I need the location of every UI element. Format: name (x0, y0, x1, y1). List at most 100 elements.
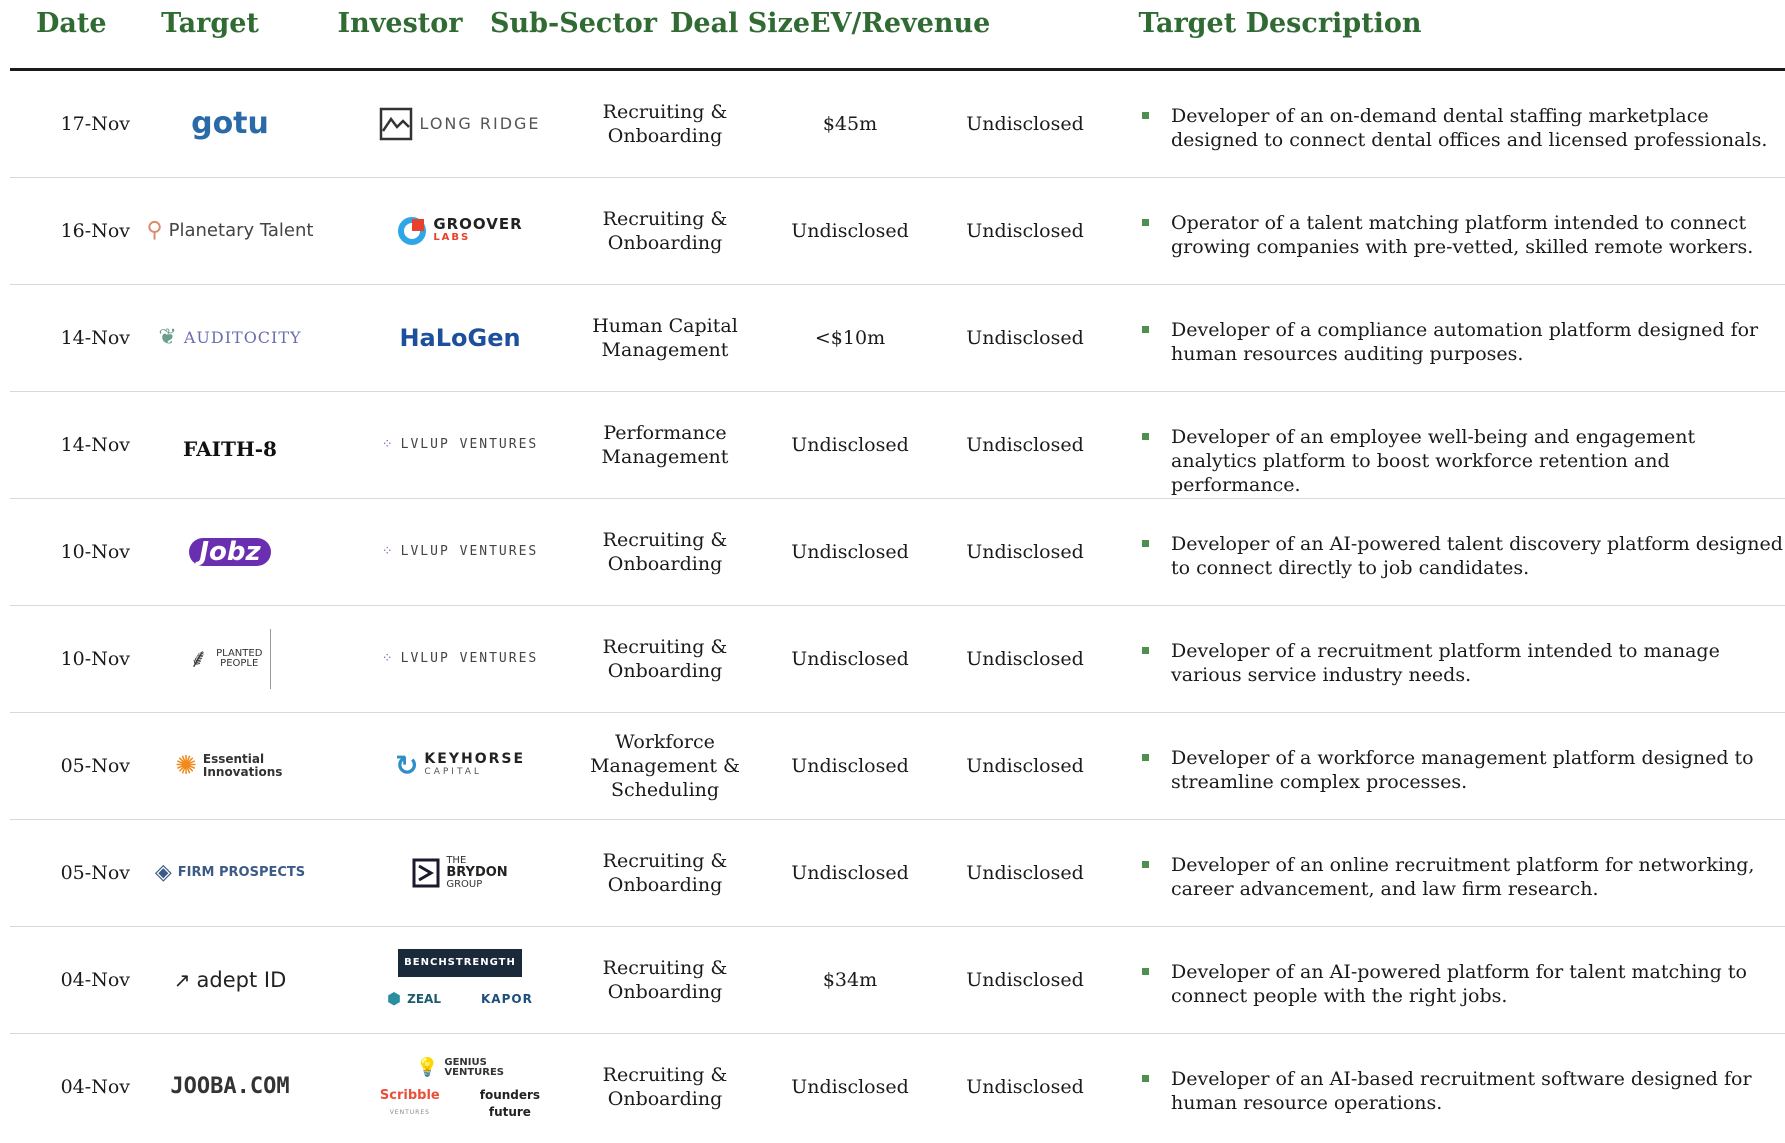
header-sub-sector: Sub-Sector (490, 8, 658, 39)
ev-revenue-cell: Undisclosed (966, 861, 1084, 884)
investor-cell: BENCHSTRENGTH ⬢ ZEAL KAPOR (350, 926, 570, 1033)
investor-cell: ⁘ LVLUP VENTURES (350, 391, 570, 498)
date-cell: 04-Nov (60, 1075, 130, 1098)
investor-cell: LONG RIDGE (350, 70, 570, 177)
date-cell: 10-Nov (60, 647, 130, 670)
groover-labs-logo: GROOVER LABS (397, 216, 522, 246)
header-target: Target (161, 8, 259, 39)
lvlup-icon: ⁘ (381, 436, 395, 452)
bullet-icon (1142, 112, 1149, 119)
scribble-ventures-logo: Scribble VENTURES (379, 1087, 440, 1116)
sub-sector-cell: Workforce Management & Scheduling (590, 730, 740, 801)
target-cell: gotu (140, 70, 320, 177)
header-deal-size: Deal Size (669, 8, 810, 39)
investor-cell: ⁘ LVLUP VENTURES (350, 605, 570, 712)
target-cell: FAITH-8 (140, 391, 320, 498)
investor-cell: HaLoGen (350, 284, 570, 391)
target-cell: ⸙ PLANTED PEOPLE (140, 605, 320, 712)
table-row: 05-Nov ✺ Essential Innovations ↻ KEYHORS… (10, 712, 1785, 820)
date-cell: 14-Nov (60, 326, 130, 349)
planted-people-logo: ⸙ PLANTED PEOPLE (189, 628, 272, 689)
brydon-group-logo: THE BRYDON GROUP (412, 855, 508, 891)
ev-revenue-cell: Undisclosed (966, 540, 1084, 563)
header-investor: Investor (337, 8, 463, 39)
sub-sector-cell: Recruiting & Onboarding (602, 1063, 728, 1110)
adept-id-logo: ↗ adept ID (173, 967, 287, 992)
table-row: 14-Nov FAITH-8 ⁘ LVLUP VENTURES Performa… (10, 391, 1785, 499)
date-cell: 17-Nov (60, 112, 130, 135)
description-cell: Developer of a workforce management plat… (1125, 712, 1785, 819)
lvlup-icon: ⁘ (381, 543, 395, 559)
ev-revenue-cell: Undisclosed (966, 433, 1084, 456)
ev-revenue-cell: Undisclosed (966, 754, 1084, 777)
keyhorse-icon: ↻ (394, 748, 419, 782)
date-cell: 05-Nov (60, 754, 130, 777)
jobz-logo: Jobz (189, 537, 271, 566)
description-cell: Operator of a talent matching platform i… (1125, 177, 1785, 284)
ev-revenue-cell: Undisclosed (966, 112, 1084, 135)
investor-cell: GROOVER LABS (350, 177, 570, 284)
adept-icon: ↗ (173, 967, 191, 992)
sub-sector-cell: Human Capital Management (592, 314, 738, 361)
header-date: Date (36, 8, 107, 39)
benchstrength-logo: BENCHSTRENGTH (398, 948, 522, 977)
target-cell: JOOBA.COM (140, 1033, 320, 1140)
ev-revenue-cell: Undisclosed (966, 968, 1084, 991)
description-cell: Developer of an AI-based recruitment sof… (1125, 1033, 1785, 1140)
genius-ventures-logo: 💡 GENIUS VENTURES (415, 1056, 505, 1078)
table-row: 04-Nov ↗ adept ID BENCHSTRENGTH ⬢ ZEAL K… (10, 926, 1785, 1034)
sub-sector-cell: Performance Management (601, 421, 729, 468)
lvlup-icon: ⁘ (381, 650, 395, 666)
lightbulb-icon: 💡 (415, 1056, 439, 1078)
deals-table: Date Target Investor Sub-Sector Deal Siz… (10, 0, 1785, 1118)
investor-cell: 💡 GENIUS VENTURES Scribble VENTURES foun… (350, 1033, 570, 1140)
sub-sector-cell: Recruiting & Onboarding (602, 100, 728, 147)
target-cell: ❦ AUDITOCITY (140, 284, 320, 391)
header-description: Target Description (1138, 8, 1422, 39)
groover-icon (398, 216, 427, 245)
bullet-icon (1142, 219, 1149, 226)
description-cell: Developer of a compliance automation pla… (1125, 284, 1785, 391)
lvlup-ventures-logo: ⁘ LVLUP VENTURES (382, 540, 538, 564)
table-row: 16-Nov ⚲ Planetary Talent GROOVER LABS R… (10, 177, 1785, 285)
ev-revenue-cell: Undisclosed (966, 1075, 1084, 1098)
auditocity-logo: ❦ AUDITOCITY (158, 324, 302, 350)
date-cell: 05-Nov (60, 861, 130, 884)
header-ev-revenue: EV/Revenue (810, 8, 991, 39)
ev-revenue-cell: Undisclosed (966, 326, 1084, 349)
zeal-icon: ⬢ (387, 988, 402, 1008)
date-cell: 10-Nov (60, 540, 130, 563)
table-row: 04-Nov JOOBA.COM 💡 GENIUS VENTURES Scrib… (10, 1033, 1785, 1140)
jooba-logo: JOOBA.COM (170, 1073, 290, 1099)
founders-future-logo: founders future (479, 1087, 541, 1119)
bullet-icon (1142, 754, 1149, 761)
kapor-logo: KAPOR (480, 991, 533, 1006)
investor-cell: ↻ KEYHORSE CAPITAL (350, 712, 570, 819)
sub-sector-cell: Recruiting & Onboarding (602, 207, 728, 254)
sub-sector-cell: Recruiting & Onboarding (602, 956, 728, 1003)
auditocity-icon: ❦ (158, 324, 178, 350)
diamond-icon: ◈ (154, 859, 172, 885)
planetary-talent-logo: ⚲ Planetary Talent (146, 217, 314, 243)
sub-sector-cell: Recruiting & Onboarding (602, 528, 728, 575)
ev-revenue-cell: Undisclosed (966, 647, 1084, 670)
planet-icon: ⚲ (146, 217, 163, 243)
date-cell: 16-Nov (60, 219, 130, 242)
description-cell: Developer of an on-demand dental staffin… (1125, 70, 1785, 177)
bullet-icon (1142, 968, 1149, 975)
description-cell: Developer of a recruitment platform inte… (1125, 605, 1785, 712)
target-cell: Jobz (140, 498, 320, 605)
table-row: 17-Nov gotu LONG RIDGE Recruiting & Onbo… (10, 70, 1785, 178)
date-cell: 04-Nov (60, 968, 130, 991)
description-cell: Developer of an online recruitment platf… (1125, 819, 1785, 926)
table-row: 14-Nov ❦ AUDITOCITY HaLoGen Human Capita… (10, 284, 1785, 392)
description-cell: Developer of an AI-powered platform for … (1125, 926, 1785, 1033)
lvlup-ventures-logo: ⁘ LVLUP VENTURES (382, 433, 538, 457)
investor-cell: ⁘ LVLUP VENTURES (350, 498, 570, 605)
sub-sector-cell: Recruiting & Onboarding (602, 635, 728, 682)
table-row: 05-Nov ◈ FIRM PROSPECTS THE BRYDON GROUP… (10, 819, 1785, 927)
table-header: Date Target Investor Sub-Sector Deal Siz… (10, 0, 1785, 71)
lvlup-ventures-logo: ⁘ LVLUP VENTURES (382, 647, 538, 671)
target-cell: ◈ FIRM PROSPECTS (140, 819, 320, 926)
table-row: 10-Nov Jobz ⁘ LVLUP VENTURES Recruiting … (10, 498, 1785, 606)
